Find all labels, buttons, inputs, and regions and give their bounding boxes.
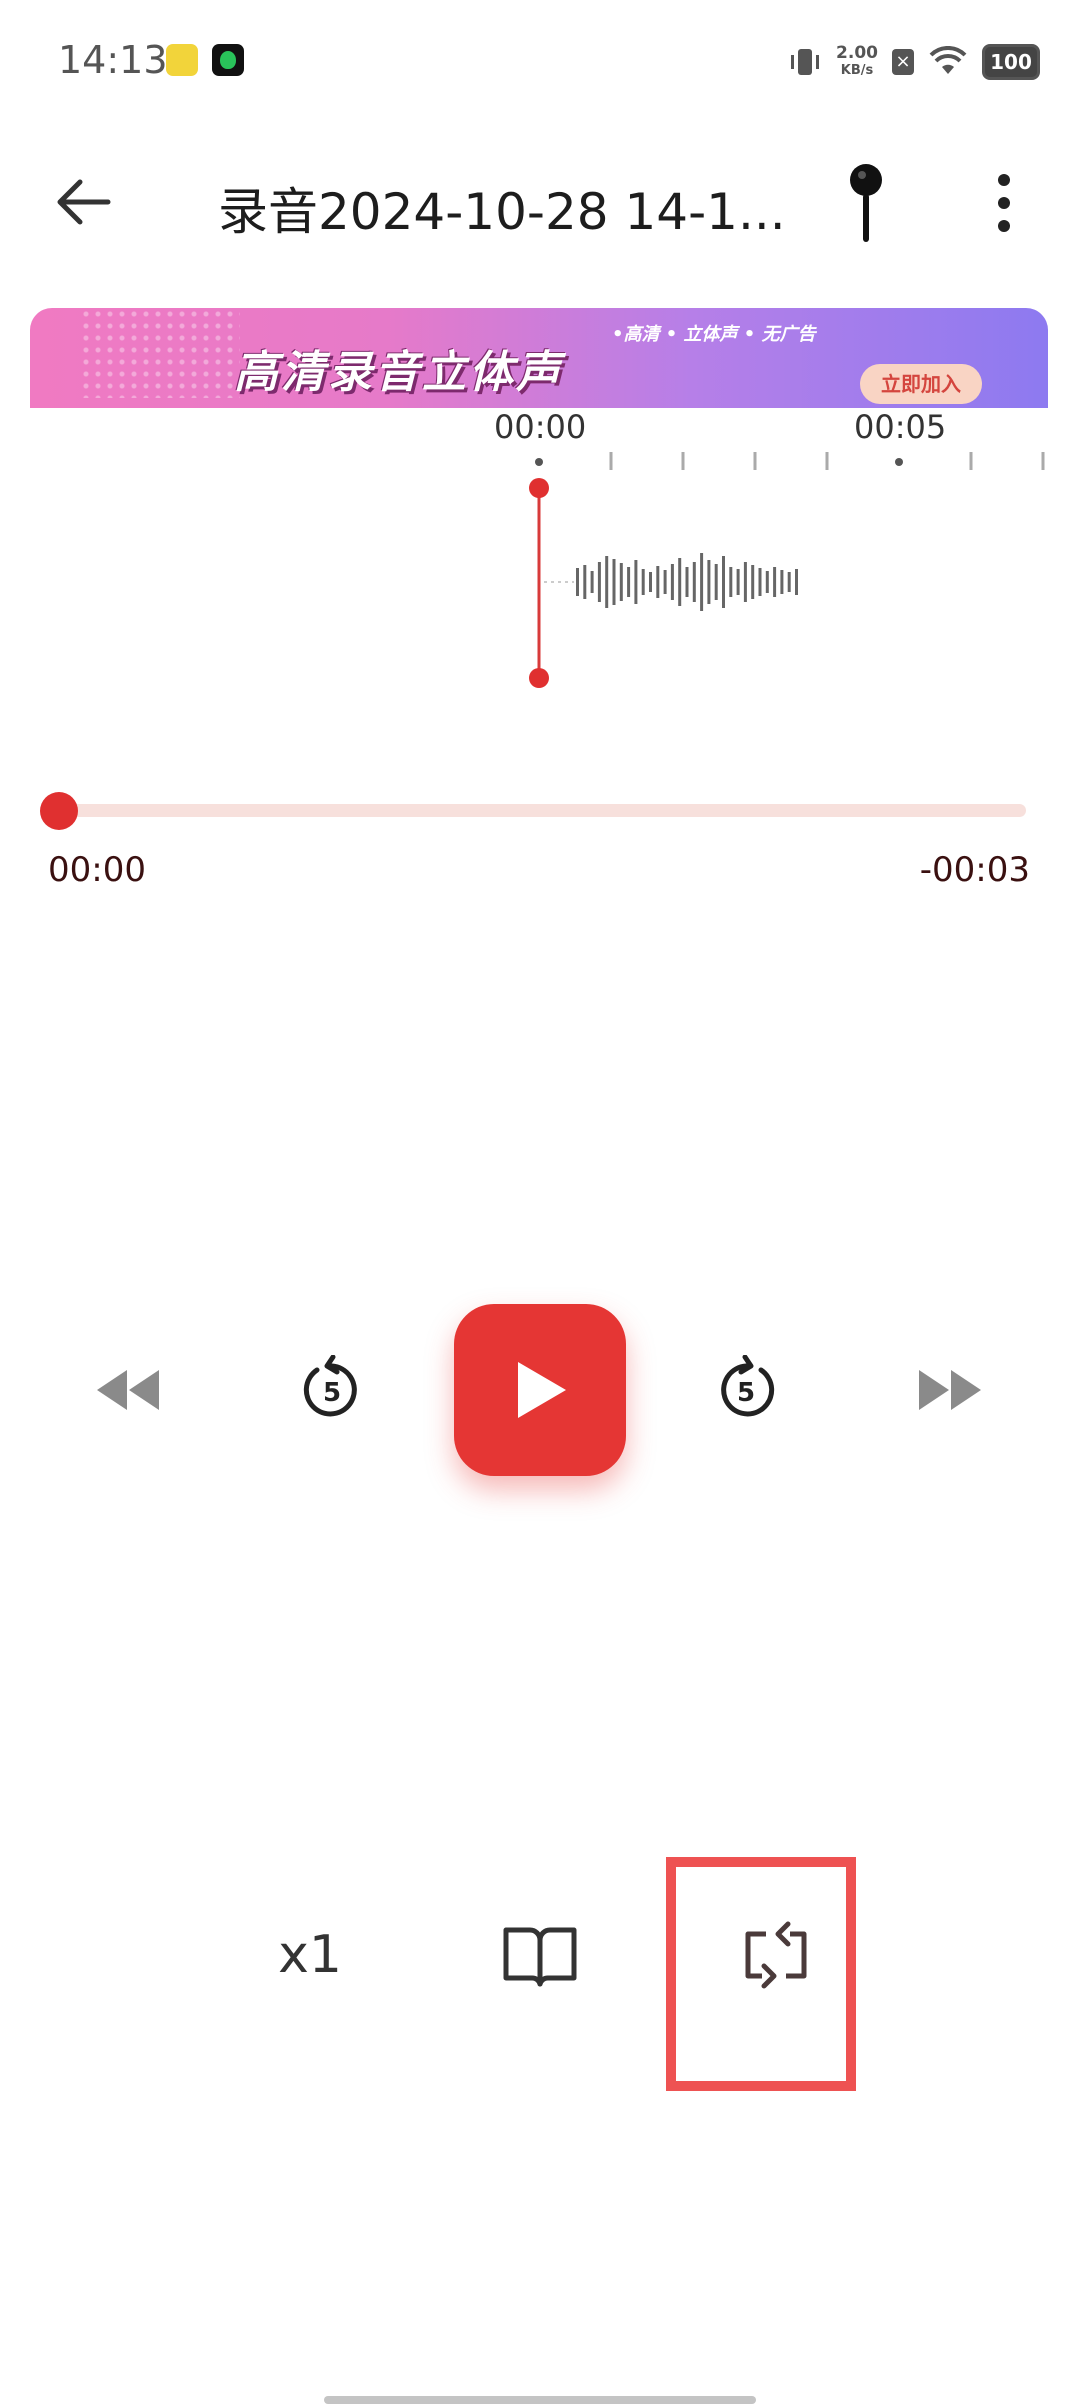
waveform-bar xyxy=(649,572,652,592)
skip-forward-5-button[interactable]: 5 xyxy=(696,1340,796,1440)
book-icon xyxy=(503,1927,577,1987)
home-indicator[interactable] xyxy=(324,2396,756,2404)
rewind-button[interactable] xyxy=(78,1340,178,1440)
skip-back-5-button[interactable]: 5 xyxy=(282,1340,382,1440)
replay-5-icon: 5 xyxy=(303,1355,357,1417)
waveform-bar xyxy=(714,564,718,600)
timeline-tick-label: 00:00 xyxy=(494,408,587,446)
status-time: 14:13 xyxy=(58,38,168,82)
current-time: 00:00 xyxy=(48,850,146,890)
waveform-bar xyxy=(773,567,777,597)
waveform-bar xyxy=(692,562,696,602)
waveform-bar xyxy=(751,565,755,599)
waveform-bar xyxy=(597,562,601,602)
fast-forward-button[interactable] xyxy=(900,1340,1000,1440)
wifi-icon xyxy=(929,46,967,74)
back-button[interactable] xyxy=(52,170,116,234)
status-icons: 2.00 KB/s × 100 xyxy=(788,42,1040,82)
sim-off-icon: × xyxy=(892,49,914,75)
waveform[interactable] xyxy=(500,470,1060,690)
skip-back-5-label: 5 xyxy=(323,1378,341,1408)
arrow-left-icon xyxy=(57,179,111,225)
more-vertical-icon xyxy=(998,174,1010,232)
waveform-bar xyxy=(736,569,740,595)
vibrate-icon xyxy=(791,49,820,75)
waveform-bar xyxy=(576,568,579,596)
waveform-bar xyxy=(590,571,594,593)
waveform-bar xyxy=(612,559,616,605)
waveform-bar xyxy=(663,570,667,594)
skip-forward-5-label: 5 xyxy=(737,1378,755,1408)
forward-5-icon: 5 xyxy=(721,1355,775,1417)
progress-thumb[interactable] xyxy=(40,792,78,830)
rewind-icon xyxy=(97,1370,159,1410)
playhead-bottom-handle xyxy=(529,668,549,688)
battery-icon: 100 xyxy=(982,44,1040,80)
waveform-bar xyxy=(700,553,704,611)
waveform-bar xyxy=(605,556,609,608)
playhead-top-handle xyxy=(529,478,549,498)
more-options-button[interactable] xyxy=(984,168,1024,238)
microphone-icon xyxy=(850,164,882,242)
microphone-button[interactable] xyxy=(838,158,894,248)
play-icon xyxy=(518,1362,566,1418)
waveform-bar xyxy=(758,568,762,596)
banner-pattern xyxy=(80,308,240,398)
waveform-bar xyxy=(670,564,674,600)
network-speed: 2.00 KB/s xyxy=(836,43,878,79)
page-title: 录音2024-10-28 14-1... xyxy=(218,183,786,241)
waveform-bar xyxy=(656,566,660,598)
timeline-tick-label: 00:05 xyxy=(854,408,947,446)
remaining-time: -00:03 xyxy=(919,850,1030,890)
waveform-bar xyxy=(795,569,798,595)
waveform-bar xyxy=(707,560,711,604)
waveform-bar xyxy=(641,569,645,595)
banner-subtitle: •高清 • 立体声 • 无广告 xyxy=(612,324,816,345)
banner-title: 高清录音立体声 xyxy=(234,347,563,398)
banner-join-button[interactable]: 立即加入 xyxy=(860,364,982,404)
waveform-bar xyxy=(627,567,631,597)
waveform-bar xyxy=(619,563,623,601)
waveform-bar xyxy=(678,558,682,606)
waveform-bar xyxy=(685,567,689,597)
waveform-bar xyxy=(787,572,791,592)
notification-app-icon xyxy=(166,44,198,76)
fast-forward-icon xyxy=(919,1370,981,1410)
play-button[interactable] xyxy=(454,1304,626,1476)
security-app-icon xyxy=(212,44,244,76)
waveform-bar xyxy=(780,570,784,594)
timeline-axis xyxy=(535,452,1045,470)
highlight-box xyxy=(666,1857,856,2091)
progress-track[interactable] xyxy=(58,804,1026,817)
transcript-button[interactable] xyxy=(500,1920,580,1990)
ad-banner[interactable]: •高清 • 立体声 • 无广告 高清录音立体声 立即加入 xyxy=(30,308,1048,408)
waveform-bar xyxy=(743,562,747,602)
waveform-bar xyxy=(583,565,587,599)
waveform-bar xyxy=(634,560,638,604)
waveform-bar xyxy=(729,567,733,597)
waveform-bar xyxy=(765,571,769,593)
playback-speed-button[interactable]: x1 xyxy=(260,1920,360,1990)
waveform-bar xyxy=(722,556,725,608)
